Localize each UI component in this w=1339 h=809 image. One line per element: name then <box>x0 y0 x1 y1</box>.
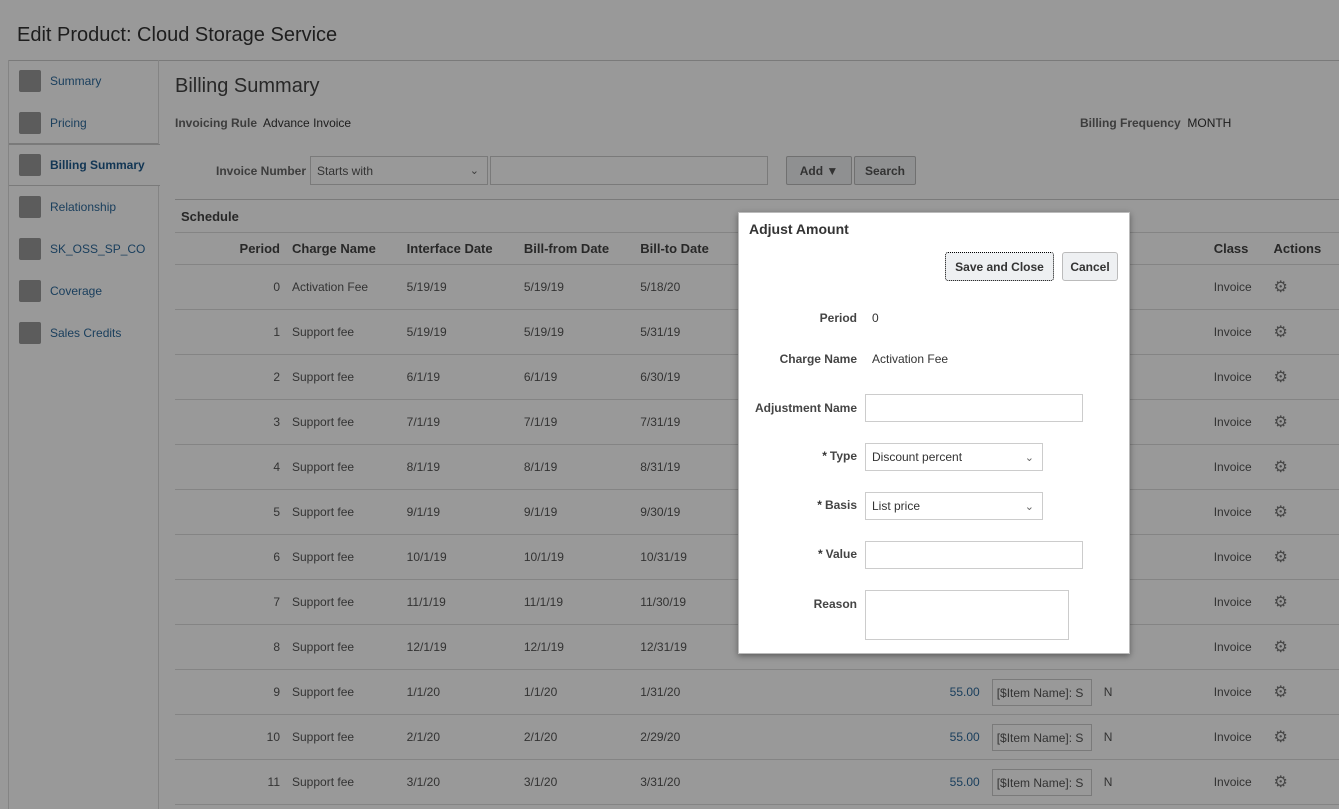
value-label-text: Value <box>825 547 857 561</box>
basis-select[interactable]: List price ⌄ <box>865 492 1043 520</box>
required-marker: * <box>822 449 827 463</box>
chevron-down-icon: ⌄ <box>1024 501 1034 513</box>
cancel-button[interactable]: Cancel <box>1062 252 1118 281</box>
value-label: * Value <box>818 547 857 561</box>
modal-overlay <box>0 0 1339 809</box>
dialog-title: Adjust Amount <box>749 221 849 237</box>
required-marker: * <box>817 498 822 512</box>
charge-name-value: Activation Fee <box>872 352 949 366</box>
required-marker: * <box>817 547 823 561</box>
adjust-amount-dialog: Adjust Amount Save and Close Cancel Peri… <box>738 212 1130 654</box>
basis-value: List price <box>872 499 921 513</box>
type-select[interactable]: Discount percent ⌄ <box>865 443 1043 471</box>
type-value: Discount percent <box>872 450 963 464</box>
value-input[interactable] <box>865 541 1083 569</box>
period-value: 0 <box>872 311 879 325</box>
save-and-close-button[interactable]: Save and Close <box>945 252 1054 281</box>
reason-label: Reason <box>813 597 857 611</box>
adjustment-name-input[interactable] <box>865 394 1083 422</box>
chevron-down-icon: ⌄ <box>1024 452 1034 464</box>
period-label: Period <box>819 311 857 325</box>
basis-label-text: Basis <box>824 498 857 512</box>
basis-label: * Basis <box>817 498 857 512</box>
type-label-text: Type <box>829 449 857 463</box>
type-label: * Type <box>822 449 857 463</box>
charge-name-label: Charge Name <box>779 352 857 366</box>
reason-textarea[interactable] <box>865 590 1069 640</box>
adjustment-name-label: Adjustment Name <box>754 401 857 415</box>
